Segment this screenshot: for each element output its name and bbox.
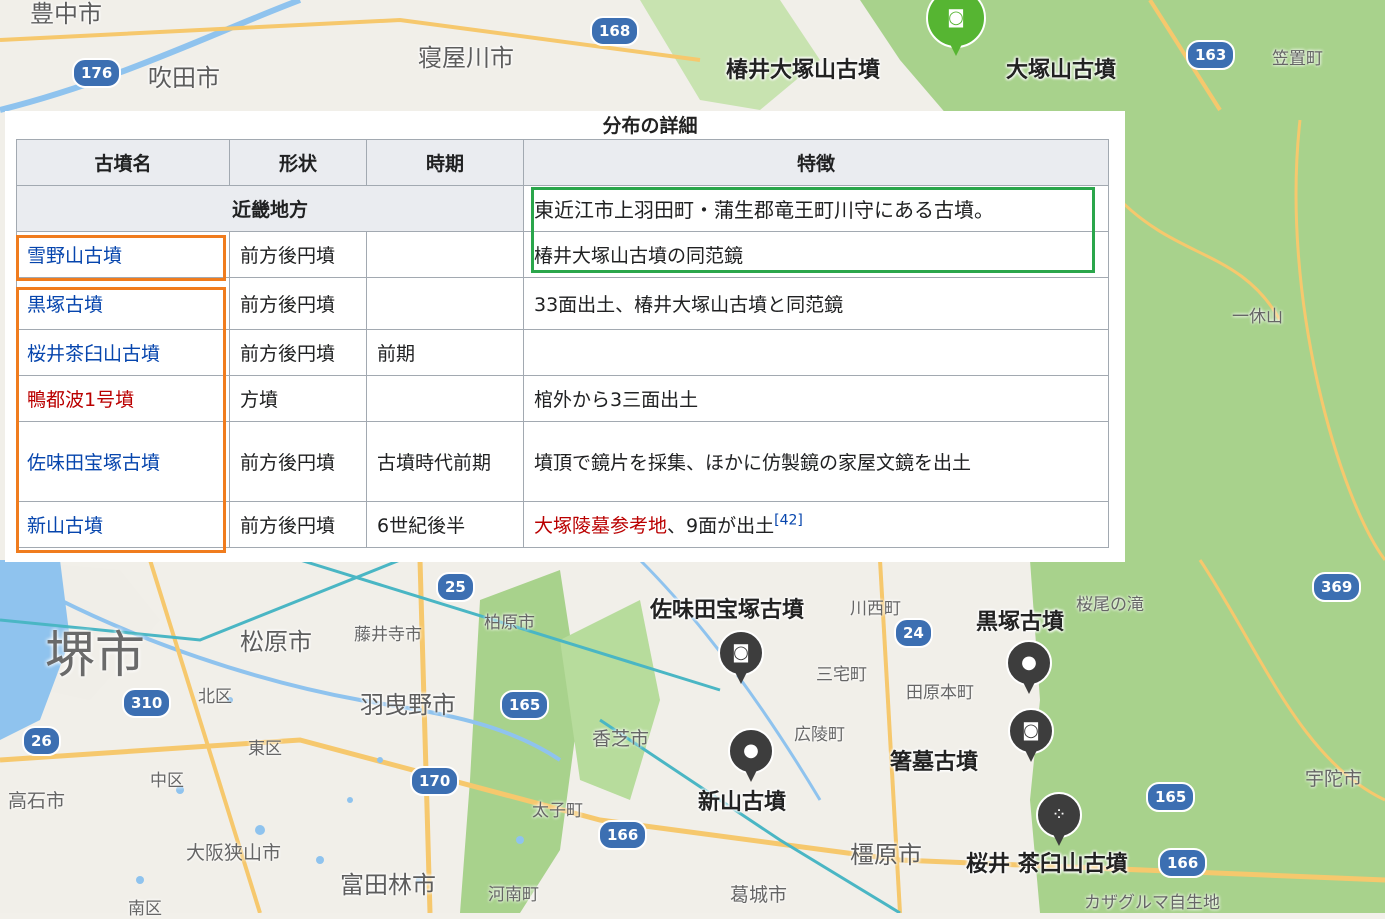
map-marker-kurozuka[interactable]: ● <box>1006 640 1052 698</box>
dot-icon: ● <box>743 740 759 761</box>
dot-icon: ● <box>1021 652 1037 673</box>
highlight-box-orange-list <box>16 287 226 553</box>
town-label: 河南町 <box>488 885 539 905</box>
town-label: 一休山 <box>1232 307 1283 327</box>
city-label: 葛城市 <box>730 884 788 906</box>
city-label: 寝屋川市 <box>418 44 514 72</box>
header-name: 古墳名 <box>16 139 230 186</box>
route-shield: 24 <box>894 618 933 648</box>
feature-link[interactable]: 大塚陵墓参考地 <box>534 515 667 537</box>
town-label: 田原本町 <box>906 683 974 703</box>
distribution-table-panel: 分布の詳細 古墳名 形状 時期 特徴 近畿地方 東近江市上羽田町・蒲生郡竜王町川… <box>5 111 1125 562</box>
poi-label-hashihaka[interactable]: 箸墓古墳 <box>890 744 978 776</box>
city-label: 高石市 <box>8 790 66 812</box>
city-label: 宇陀市 <box>1305 768 1363 790</box>
period-cell <box>366 375 524 422</box>
table-caption: 分布の詳細 <box>602 115 698 137</box>
city-label: 大阪狭山市 <box>186 842 282 864</box>
poi-label-shinyama[interactable]: 新山古墳 <box>698 784 786 816</box>
period-cell: 前期 <box>366 329 524 376</box>
town-label: 東区 <box>248 739 282 759</box>
town-label: 柏原市 <box>484 613 535 633</box>
route-shield: 170 <box>410 766 460 796</box>
city-label: 松原市 <box>240 628 312 656</box>
region-cell: 近畿地方 <box>16 185 524 232</box>
poi-label-kurozuka[interactable]: 黒塚古墳 <box>976 604 1064 636</box>
town-label: 北区 <box>198 687 232 707</box>
route-shield: 166 <box>598 820 648 850</box>
map-marker-shinyama[interactable]: ● <box>728 728 774 786</box>
city-label: 豊中市 <box>30 0 102 28</box>
reference-link[interactable]: [42] <box>774 513 803 529</box>
route-shield: 310 <box>122 688 172 718</box>
camera-icon: ◙ <box>947 7 965 28</box>
camera-icon: ◙ <box>1022 720 1040 741</box>
city-label: 香芝市 <box>592 728 650 750</box>
route-shield: 176 <box>72 58 122 88</box>
town-label: 南区 <box>128 899 162 919</box>
route-shield: 369 <box>1312 572 1362 602</box>
shape-cell: 前方後円墳 <box>229 329 367 376</box>
map-marker-samita[interactable]: ◙ <box>718 630 764 688</box>
route-shield: 25 <box>436 572 475 602</box>
map-marker-chausuyama[interactable]: ⁘ <box>1036 792 1082 850</box>
town-label: 太子町 <box>532 801 583 821</box>
camera-icon: ◙ <box>732 642 750 663</box>
poi-label-otsukayama[interactable]: 大塚山古墳 <box>1006 52 1116 84</box>
town-label: 三宅町 <box>816 665 867 685</box>
shape-cell: 前方後円墳 <box>229 231 367 278</box>
town-label: 藤井寺市 <box>354 625 422 645</box>
period-cell: 6世紀後半 <box>366 501 524 548</box>
feature-text: 、9面が出土 <box>667 515 775 537</box>
route-shield: 26 <box>22 726 61 756</box>
map-marker-tsubai[interactable]: ◙ <box>926 0 986 56</box>
header-shape: 形状 <box>229 139 367 186</box>
city-label: 羽曳野市 <box>360 691 456 719</box>
city-label: 富田林市 <box>340 871 436 899</box>
feature-cell <box>523 329 1109 376</box>
route-shield: 165 <box>1146 782 1196 812</box>
feature-cell: 棺外から3三面出土 <box>523 375 1109 422</box>
poi-label-samita-takaraduka[interactable]: 佐味田宝塚古墳 <box>650 592 804 624</box>
city-label: 橿原市 <box>850 841 922 869</box>
town-label: 川西町 <box>850 599 901 619</box>
poi-label-sakurai-chausuyama[interactable]: 桜井 茶臼山古墳 <box>966 846 1128 878</box>
poi-label-tsubai-otsukayama[interactable]: 椿井大塚山古墳 <box>726 52 880 84</box>
town-label: カザグルマ自生地 <box>1084 893 1220 913</box>
period-cell: 古墳時代前期 <box>366 421 524 502</box>
highlight-box-green <box>531 187 1095 273</box>
town-label: 広陵町 <box>794 725 845 745</box>
city-label: 吹田市 <box>148 64 220 92</box>
map-marker-hashihaka[interactable]: ◙ <box>1008 708 1054 766</box>
route-shield: 163 <box>1186 40 1236 70</box>
cluster-icon: ⁘ <box>1051 804 1067 825</box>
period-cell <box>366 277 524 330</box>
town-label: 桜尾の滝 <box>1076 595 1144 615</box>
highlight-box-orange-top <box>16 235 226 281</box>
city-label-sakai: 堺市 <box>45 626 145 684</box>
shape-cell: 方墳 <box>229 375 367 422</box>
shape-cell: 前方後円墳 <box>229 277 367 330</box>
route-shield: 168 <box>590 16 640 46</box>
route-shield: 165 <box>500 690 550 720</box>
feature-cell: 33面出土、椿井大塚山古墳と同范鏡 <box>523 277 1109 330</box>
feature-cell: 墳頂で鏡片を採集、ほかに仿製鏡の家屋文鏡を出土 <box>523 421 1109 502</box>
header-feature: 特徴 <box>523 139 1109 186</box>
shape-cell: 前方後円墳 <box>229 501 367 548</box>
route-shield: 166 <box>1158 848 1208 878</box>
town-label: 中区 <box>150 771 184 791</box>
town-label: 笠置町 <box>1272 49 1323 69</box>
shape-cell: 前方後円墳 <box>229 421 367 502</box>
header-period: 時期 <box>366 139 524 186</box>
period-cell <box>366 231 524 278</box>
feature-cell: 大塚陵墓参考地、9面が出土[42] <box>523 501 1109 548</box>
